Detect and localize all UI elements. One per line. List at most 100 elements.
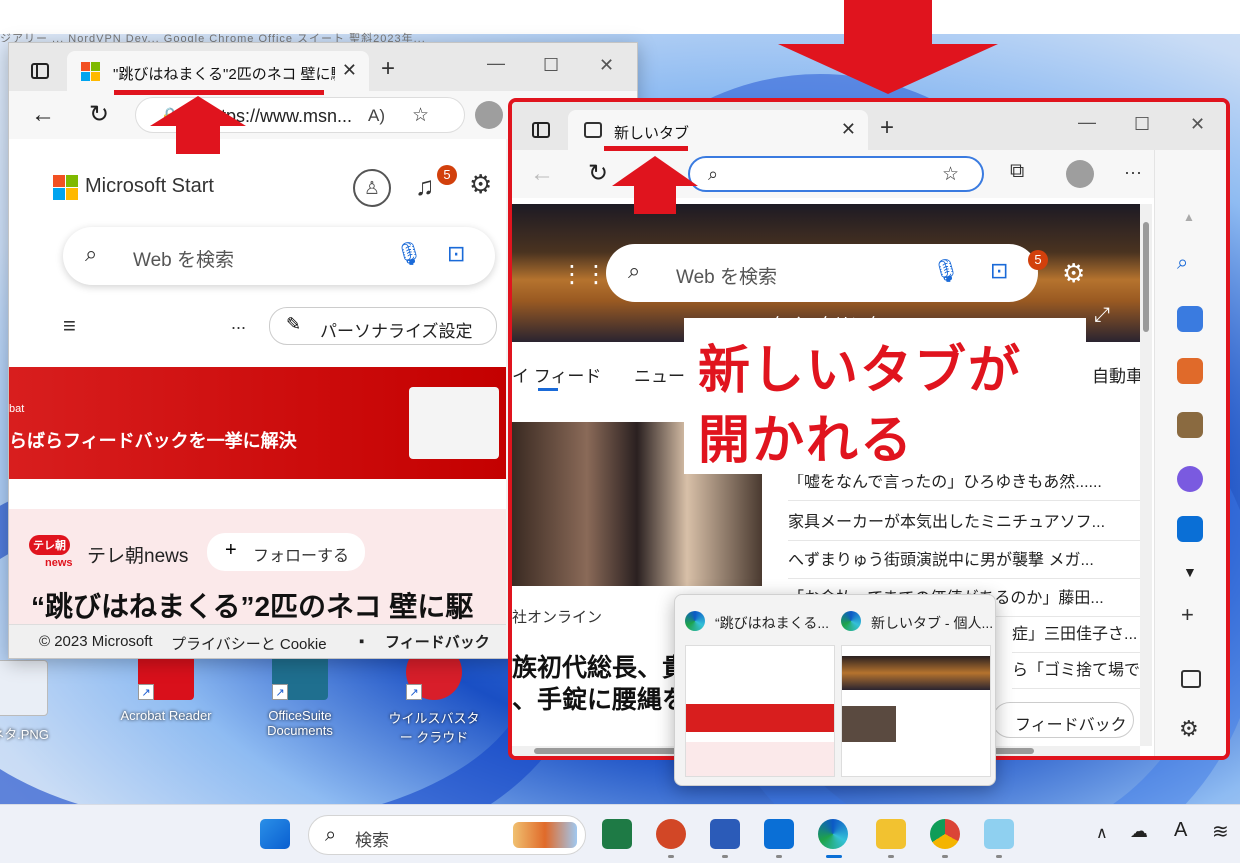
feed-tab-autos[interactable]: 自動車 [1092, 362, 1143, 387]
personalize-button[interactable]: ✎ パーソナライズ設定 [269, 307, 497, 345]
sidebar-tools-icon[interactable] [1177, 358, 1203, 384]
preview-title: 新しいタブ - 個人... [871, 615, 994, 631]
more-menu-icon[interactable]: ··· [1124, 162, 1142, 183]
minimize-icon[interactable]: — [1078, 112, 1096, 133]
microphone-icon[interactable]: 🎙 [932, 258, 960, 284]
chrome-icon[interactable] [930, 819, 960, 849]
tab-new-tab[interactable]: 新しいタブ ✕ [568, 110, 868, 150]
close-tab-icon[interactable]: ✕ [841, 119, 856, 140]
sidebar-shopping-icon[interactable] [1177, 306, 1203, 332]
profile-avatar[interactable] [475, 101, 503, 129]
tray-chevron-icon[interactable]: ∧ [1096, 823, 1108, 843]
annotation-line-1: 新しいタブが [698, 342, 1023, 400]
close-window-icon[interactable]: ✕ [1190, 114, 1205, 135]
follow-label: フォローする [253, 548, 350, 565]
news-item[interactable]: 症」三田佳子さ... [1012, 618, 1140, 653]
ad-banner[interactable]: bat らばらフィードバックを一挙に解決 [9, 367, 506, 479]
hamburger-menu-icon[interactable]: ≡ [63, 313, 76, 339]
back-icon[interactable]: ← [530, 160, 554, 188]
newtab-favicon [584, 122, 602, 138]
address-bar[interactable]: ⌕ ☆ [688, 156, 984, 192]
feed-tab-my-feed[interactable]: イ フィード [512, 362, 601, 387]
source-name: テレ朝news [87, 546, 189, 567]
tab-actions-icon[interactable] [31, 63, 49, 79]
desktop-icon-image[interactable]: ネタ.PNG [0, 660, 70, 743]
notification-bell-icon[interactable]: ♫ [415, 171, 435, 202]
minimize-icon[interactable]: — [487, 53, 505, 74]
new-tab-icon[interactable]: + [381, 55, 395, 83]
banner-screenshot-image [409, 387, 499, 459]
apps-grid-icon[interactable]: ⋮⋮ [560, 260, 608, 289]
article-headline-1[interactable]: 族初代総長、貴 [512, 648, 687, 684]
banner-small-text: bat [9, 403, 25, 415]
web-search-box[interactable]: ⌕ Web を検索 🎙 ⊡ [606, 244, 1038, 302]
account-icon[interactable]: ♙ [353, 169, 391, 207]
close-tab-icon[interactable]: ✕ [342, 60, 357, 81]
sidebar-outlook-icon[interactable] [1177, 516, 1203, 542]
active-indicator [826, 855, 842, 858]
notepad-icon[interactable] [984, 819, 1014, 849]
news-item[interactable]: へずまりゅう街頭演説中に男が襲撃 メガ... [788, 544, 1140, 579]
refresh-icon[interactable]: ↻ [89, 100, 109, 129]
feed-tab-news[interactable]: ニュー [634, 362, 685, 387]
news-item[interactable]: ら「ゴミ捨て場で... [1012, 654, 1140, 689]
red-up-arrow [150, 96, 246, 154]
desktop-icon-virusbuster[interactable]: ↗ ウイルスバスター クラウド [384, 644, 484, 746]
annotation-label: 新しいタブが 開かれる [684, 318, 1086, 474]
sidebar-panel-icon[interactable] [1181, 670, 1201, 688]
follow-button[interactable]: + フォローする [207, 533, 365, 571]
vertical-scrollbar[interactable] [1140, 204, 1152, 746]
news-item[interactable]: 家具メーカーが本気出したミニチュアソフ... [788, 506, 1140, 541]
maximize-icon[interactable]: ☐ [543, 55, 559, 76]
back-icon[interactable]: ← [31, 101, 55, 129]
sidebar-office-icon[interactable] [1177, 466, 1203, 492]
edge-sidebar: ▲ ⌕ ▼ + ⚙ [1154, 150, 1226, 756]
sidebar-settings-icon[interactable]: ⚙ [1179, 716, 1199, 742]
powerpoint-icon[interactable] [656, 819, 686, 849]
add-favorite-icon[interactable]: ☆ [942, 163, 959, 186]
word-icon[interactable] [710, 819, 740, 849]
maximize-icon[interactable]: ☐ [1134, 114, 1150, 135]
settings-gear-icon[interactable]: ⚙ [1062, 258, 1085, 289]
edge-taskbar-icon[interactable] [818, 819, 848, 849]
red-up-arrow [612, 156, 698, 214]
new-tab-icon[interactable]: + [880, 114, 894, 142]
search-icon: ⌕ [628, 258, 641, 283]
sidebar-more-icon[interactable]: ▼ [1183, 564, 1197, 580]
collections-icon[interactable]: ⧉ [1010, 160, 1024, 183]
settings-gear-icon[interactable]: ⚙ [469, 169, 492, 200]
visual-search-icon[interactable]: ⊡ [990, 258, 1008, 284]
web-search-box[interactable]: ⌕ Web を検索 🎙 ⊡ [63, 227, 495, 285]
taskbar: ⌕ 検索 ∧ ☁ A ≋ [0, 804, 1240, 863]
file-explorer-icon[interactable] [876, 819, 906, 849]
expand-icon[interactable]: ⤢ [1094, 304, 1110, 327]
outlook-icon[interactable] [764, 819, 794, 849]
sidebar-add-icon[interactable]: + [1181, 602, 1194, 628]
edge-icon [685, 611, 705, 631]
read-aloud-icon[interactable]: A) [368, 106, 385, 126]
close-window-icon[interactable]: ✕ [599, 55, 614, 76]
sidebar-search-icon[interactable]: ⌕ [1177, 252, 1203, 278]
add-favorite-icon[interactable]: ☆ [412, 104, 429, 127]
article-headline-2[interactable]: 、手錠に腰縄を [512, 680, 687, 716]
ime-indicator[interactable]: A [1174, 819, 1187, 842]
taskbar-search[interactable]: ⌕ 検索 [308, 815, 586, 855]
windows-start-icon[interactable] [260, 819, 290, 849]
more-options-icon[interactable]: ... [231, 313, 246, 334]
visual-search-icon[interactable]: ⊡ [447, 241, 465, 267]
article-headline[interactable]: “跳びはねまくる”2匹のネコ 壁に駆 [31, 585, 473, 625]
sidebar-games-icon[interactable] [1177, 412, 1203, 438]
tab-actions-icon[interactable] [532, 122, 550, 138]
feedback-button[interactable]: フィードバック [992, 702, 1134, 738]
tab-strip: "跳びはねまくる"2匹のネコ 壁に駆け上がる ✕ + — ☐ ✕ [9, 43, 637, 91]
sidebar-scroll-up-icon[interactable]: ▲ [1183, 210, 1195, 224]
microphone-icon[interactable]: 🎙 [395, 241, 423, 267]
refresh-icon[interactable]: ↻ [588, 159, 608, 188]
excel-icon[interactable] [602, 819, 632, 849]
onedrive-icon[interactable]: ☁ [1130, 821, 1148, 842]
tab-msn-article[interactable]: "跳びはねまくる"2匹のネコ 壁に駆け上がる ✕ [67, 51, 369, 91]
privacy-link[interactable]: プライバシーと Cookie [171, 633, 327, 654]
feedback-button[interactable]: フィードバック [385, 631, 490, 652]
profile-avatar[interactable] [1066, 160, 1094, 188]
wifi-icon[interactable]: ≋ [1212, 819, 1229, 844]
